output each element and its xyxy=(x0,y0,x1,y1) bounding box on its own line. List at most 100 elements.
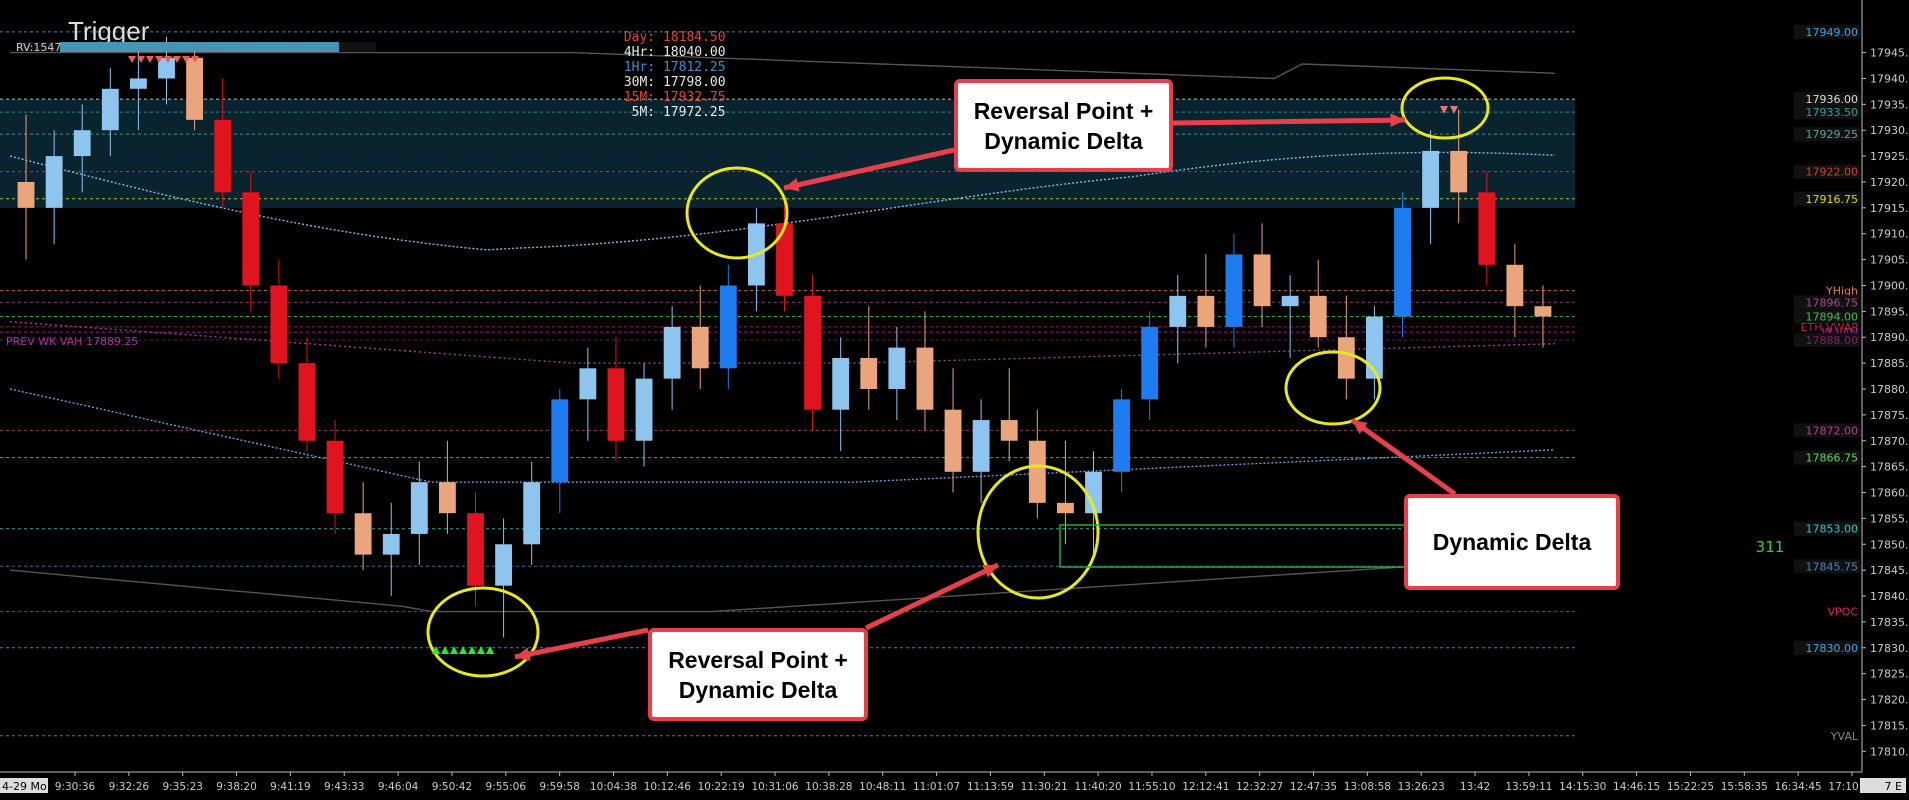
annotation-arrow xyxy=(1172,117,1406,126)
rv-fill xyxy=(60,42,339,52)
candle-body xyxy=(916,347,934,410)
timeframe-row: Day: 18184.50 xyxy=(616,30,726,45)
candle-body xyxy=(495,544,513,586)
price-tick-label: 17920.00 xyxy=(1870,176,1909,189)
candle-body xyxy=(1394,207,1411,317)
time-tick-label: 9:35:23 xyxy=(162,781,202,793)
candle-body xyxy=(1197,295,1215,327)
level-price-rth-vwap: 17888.00 xyxy=(1806,334,1859,347)
candle-body xyxy=(776,223,793,296)
price-tick-label: 17940.00 xyxy=(1870,72,1909,85)
candle-body xyxy=(354,513,372,555)
price-tick-label: 17860.00 xyxy=(1870,487,1909,500)
price-tick-label: 17880.00 xyxy=(1870,383,1909,396)
candle-body xyxy=(860,357,878,389)
price-tick-label: 17850.00 xyxy=(1870,538,1909,551)
time-tick-label: 13:08:58 xyxy=(1344,781,1391,793)
timeframe-levels: Day: 18184.50 4Hr: 18040.00 1Hr: 17812.2… xyxy=(616,30,726,120)
level-price-on-lo: 17853.00 xyxy=(1806,523,1859,536)
price-tick-label: 17830.00 xyxy=(1870,642,1909,655)
timeframe-row: 5M: 17972.25 xyxy=(616,105,726,120)
time-tick-label: 13:42 xyxy=(1460,781,1490,793)
candle-body xyxy=(607,368,625,441)
price-tick-label: 17825.00 xyxy=(1870,668,1909,681)
candle-body xyxy=(467,513,484,586)
price-tick-label: 17810.00 xyxy=(1870,745,1909,758)
time-tick-label: 9:41:19 xyxy=(270,781,310,793)
candle-body xyxy=(1141,326,1159,400)
candle-body xyxy=(804,295,822,410)
timeframe-row: 30M: 17798.00 xyxy=(616,75,726,90)
time-tick-label: 13:26:23 xyxy=(1398,781,1445,793)
prev-week-vah-label: PREV WK VAH 17889.25 xyxy=(6,335,138,348)
level-price-open: 17922.00 xyxy=(1806,166,1859,179)
time-tick-label: 16:34:45 xyxy=(1775,781,1822,793)
level-label-eth-vwap: ETH VWAP xyxy=(1801,321,1859,334)
candle-body xyxy=(214,119,232,193)
candle-body xyxy=(410,482,428,534)
price-tick-label: 17935.00 xyxy=(1870,98,1909,111)
price-tick-label: 17835.00 xyxy=(1870,616,1909,629)
time-tick-label: 9:59:58 xyxy=(539,781,579,793)
candle-body xyxy=(1450,150,1468,193)
time-tick-label: 12:32:27 xyxy=(1236,781,1283,793)
candle-body xyxy=(1169,295,1187,327)
price-tick-label: 17855.00 xyxy=(1870,512,1909,525)
callout-reversal-bottom: Reversal Point + Dynamic Delta xyxy=(648,628,868,721)
rv-label: RV:1547 xyxy=(16,41,62,54)
level-price-on-hi: 17936.00 xyxy=(1806,93,1859,106)
time-tick-label: 11:13:59 xyxy=(967,781,1014,793)
time-tick-label: 9:43:33 xyxy=(324,781,364,793)
candle-body xyxy=(298,363,316,441)
time-axis-start: 4-29 Mo xyxy=(2,780,47,793)
price-tick-label: 17890.00 xyxy=(1870,331,1909,344)
price-tick-label: 17905.00 xyxy=(1870,254,1909,267)
time-tick-label: 13:59:11 xyxy=(1505,781,1552,793)
candle-body xyxy=(242,192,260,286)
callout-reversal-top-text: Reversal Point + Dynamic Delta xyxy=(973,97,1154,154)
price-tick-label: 17895.00 xyxy=(1870,305,1909,318)
level-price-4hr-sig: 17929.25 xyxy=(1806,128,1859,141)
level-price-17845: 17845.75 xyxy=(1806,560,1859,573)
candle-body xyxy=(523,482,541,545)
price-tick-label: 17910.00 xyxy=(1870,228,1909,241)
candle-body xyxy=(972,420,990,472)
candle-body xyxy=(1422,150,1440,208)
level-price-wval: 17872.00 xyxy=(1806,424,1859,437)
candle-body xyxy=(438,482,456,514)
price-tick-label: 17845.00 xyxy=(1870,564,1909,577)
candle-body xyxy=(1113,399,1131,472)
candle-body xyxy=(186,57,204,120)
timeframe-row: 4Hr: 18040.00 xyxy=(616,45,726,60)
callout-reversal-bottom-text: Reversal Point + Dynamic Delta xyxy=(668,646,848,703)
price-tick-label: 17875.00 xyxy=(1870,409,1909,422)
price-tick-label: 17945.00 xyxy=(1870,47,1909,60)
candle-body xyxy=(691,326,709,369)
candle-body xyxy=(888,347,906,389)
candle-body xyxy=(45,156,63,208)
time-tick-label: 15:22:25 xyxy=(1667,781,1714,793)
level-price-17866: 17866.75 xyxy=(1806,452,1859,465)
time-tick-label: 10:31:06 xyxy=(751,781,798,793)
timeframe-row: 1Hr: 17812.25 xyxy=(616,60,726,75)
time-tick-label: 12:12:41 xyxy=(1182,781,1229,793)
candle-body xyxy=(158,57,175,79)
time-tick-label: 11:01:07 xyxy=(913,781,960,793)
time-tick-label: 10:04:38 xyxy=(590,781,637,793)
time-tick-label: 9:32:26 xyxy=(109,781,150,793)
candle-body xyxy=(1309,295,1327,338)
callout-reversal-top: Reversal Point + Dynamic Delta xyxy=(954,79,1173,172)
candle-body xyxy=(73,130,91,157)
time-tick-label: 11:30:21 xyxy=(1021,781,1068,793)
price-tick-label: 17915.00 xyxy=(1870,202,1909,215)
candle-body xyxy=(1253,254,1271,307)
time-tick-label: 9:30:36 xyxy=(55,781,96,793)
price-tick-label: 17885.00 xyxy=(1870,357,1909,370)
price-tick-label: 17820.00 xyxy=(1870,694,1909,707)
level-price-prev: 17933.50 xyxy=(1806,106,1859,119)
candle-body xyxy=(17,181,35,208)
price-tick-label: 17865.00 xyxy=(1870,461,1909,474)
candle-body xyxy=(579,368,597,400)
candle-body xyxy=(101,88,119,131)
candle-body xyxy=(944,409,962,472)
